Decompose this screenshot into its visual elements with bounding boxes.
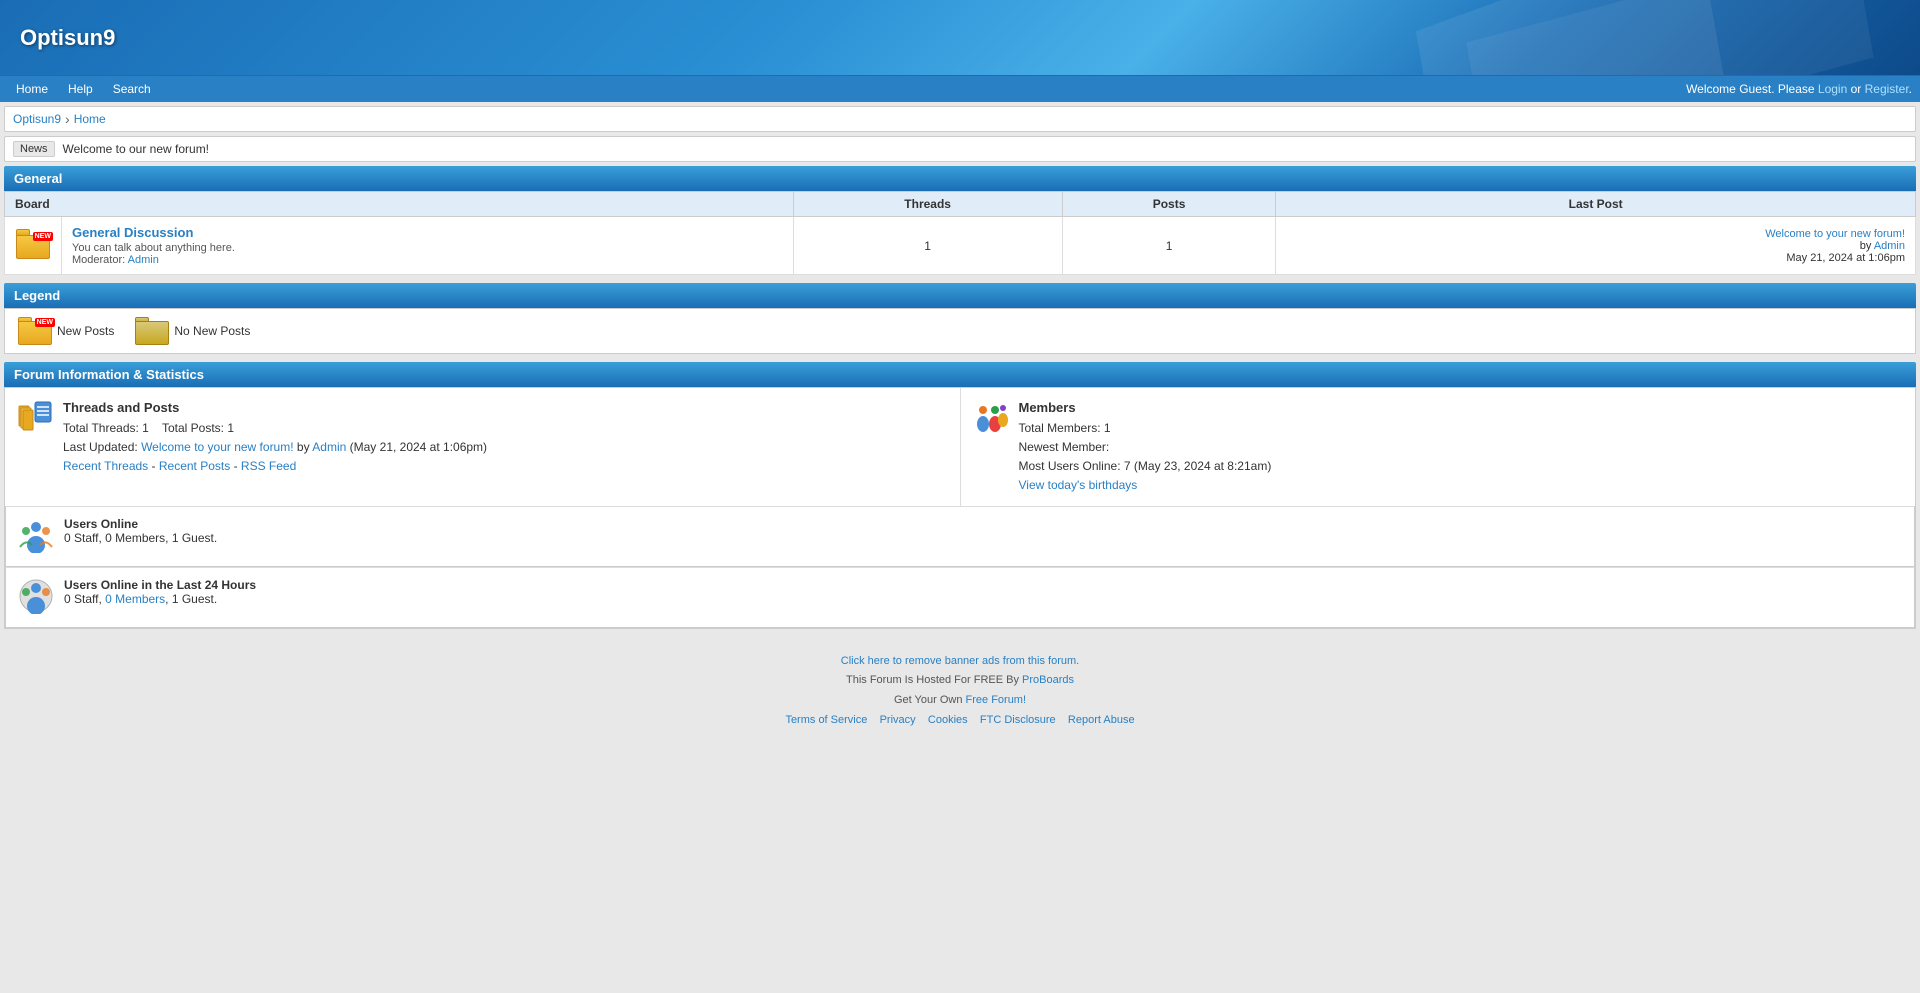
footer-tos[interactable]: Terms of Service <box>785 714 867 726</box>
folder-icon: NEW <box>15 229 51 259</box>
legend-content: NEW New Posts No New Posts <box>4 308 1916 354</box>
board-info-cell: General Discussion You can talk about an… <box>62 217 794 275</box>
stats-content: Threads and Posts Total Threads: 1 Total… <box>4 387 1916 629</box>
members-online-link[interactable]: 0 Members <box>105 592 165 606</box>
board-name: General Discussion <box>72 225 783 240</box>
footer: Click here to remove banner ads from thi… <box>0 637 1920 746</box>
users-online-24-row: Users Online in the Last 24 Hours 0 Staf… <box>5 567 1915 628</box>
nav-search[interactable]: Search <box>105 80 159 98</box>
users-online-icon <box>18 517 54 556</box>
users-online-content: Users Online 0 Staff, 0 Members, 1 Guest… <box>64 517 217 545</box>
stats-members-heading: Members <box>1019 400 1076 415</box>
last-post-date: May 21, 2024 at 1:06pm <box>1786 252 1905 264</box>
last-post-cell: Welcome to your new forum! by Admin May … <box>1276 217 1916 275</box>
welcome-text: Welcome Guest. Please Login or Register. <box>1686 82 1912 96</box>
new-posts-icon: NEW <box>17 317 51 345</box>
posts-col-header: Posts <box>1062 192 1276 217</box>
legend-section-header: Legend <box>4 283 1916 308</box>
nav-links: Home Help Search <box>8 80 159 98</box>
users-online-24-icon <box>18 578 54 617</box>
breadcrumb-optisun9[interactable]: Optisun9 <box>13 112 61 126</box>
general-section: General Board Threads Posts Last Post <box>4 166 1916 275</box>
breadcrumb-home[interactable]: Home <box>74 112 106 126</box>
footer-privacy[interactable]: Privacy <box>880 714 916 726</box>
legend-new-posts: NEW New Posts <box>17 317 114 345</box>
nav-bar: Home Help Search Welcome Guest. Please L… <box>0 75 1920 102</box>
users-online-text: 0 Staff, 0 Members, 1 Guest. <box>64 531 217 545</box>
login-link[interactable]: Login <box>1818 82 1847 96</box>
new-badge: NEW <box>33 232 53 241</box>
moderator-link[interactable]: Admin <box>128 254 159 266</box>
stats-inner: Threads and Posts Total Threads: 1 Total… <box>5 388 1915 506</box>
rss-feed-link[interactable]: RSS Feed <box>241 459 296 473</box>
board-moderator: Moderator: Admin <box>72 254 783 266</box>
last-updated-author[interactable]: Admin <box>312 440 346 454</box>
boards-table: Board Threads Posts Last Post NEW <box>4 191 1916 275</box>
news-label: News <box>13 141 55 157</box>
lastpost-col-header: Last Post <box>1276 192 1916 217</box>
breadcrumb: Optisun9 › Home <box>4 106 1916 132</box>
breadcrumb-sep: › <box>65 111 70 127</box>
board-link[interactable]: General Discussion <box>72 225 193 240</box>
site-header: Optisun9 <box>0 0 1920 75</box>
stats-members-content: Members Total Members: 1 Newest Member: … <box>1019 398 1272 496</box>
recent-posts-link[interactable]: Recent Posts <box>159 459 230 473</box>
board-col-header: Board <box>5 192 794 217</box>
legend-no-new-posts: No New Posts <box>134 317 250 345</box>
free-forum-link[interactable]: Free Forum! <box>966 694 1027 706</box>
stats-threads-heading: Threads and Posts <box>63 400 179 415</box>
users-online-24-content: Users Online in the Last 24 Hours 0 Staf… <box>64 578 256 606</box>
no-new-posts-icon <box>134 317 168 345</box>
board-desc: You can talk about anything here. <box>72 242 783 254</box>
stats-section-header: Forum Information & Statistics <box>4 362 1916 387</box>
stats-threads-icon <box>17 398 53 496</box>
news-bar: News Welcome to our new forum! <box>4 136 1916 162</box>
nav-help[interactable]: Help <box>60 80 101 98</box>
view-birthdays-link[interactable]: View today's birthdays <box>1019 478 1138 492</box>
last-post-link[interactable]: Welcome to your new forum! <box>1765 228 1905 240</box>
footer-abuse[interactable]: Report Abuse <box>1068 714 1135 726</box>
footer-ftc[interactable]: FTC Disclosure <box>980 714 1056 726</box>
stats-members: Members Total Members: 1 Newest Member: … <box>961 388 1916 506</box>
nav-home[interactable]: Home <box>8 80 56 98</box>
site-title: Optisun9 <box>20 25 115 51</box>
threads-count: 1 <box>793 217 1062 275</box>
register-link[interactable]: Register <box>1865 82 1909 96</box>
users-online-24-heading: Users Online in the Last 24 Hours <box>64 578 256 592</box>
legend-section: Legend NEW New Posts No New Posts <box>4 283 1916 354</box>
stats-threads-content: Threads and Posts Total Threads: 1 Total… <box>63 398 487 496</box>
posts-count: 1 <box>1062 217 1276 275</box>
new-posts-label: New Posts <box>57 324 114 338</box>
stats-section: Forum Information & Statistics <box>4 362 1916 629</box>
footer-cookies[interactable]: Cookies <box>928 714 968 726</box>
news-text: Welcome to our new forum! <box>63 142 210 156</box>
last-updated-link[interactable]: Welcome to your new forum! <box>141 440 294 454</box>
stats-members-icon <box>973 398 1009 496</box>
users-online-24-text-suffix: , 1 Guest. <box>165 592 217 606</box>
users-online-row: Users Online 0 Staff, 0 Members, 1 Guest… <box>5 506 1915 567</box>
board-icon-cell: NEW <box>5 217 62 275</box>
remove-ads-link[interactable]: Click here to remove banner ads from thi… <box>841 655 1079 667</box>
folder-body: NEW <box>16 235 50 259</box>
stats-threads-posts: Threads and Posts Total Threads: 1 Total… <box>5 388 961 506</box>
proboards-link[interactable]: ProBoards <box>1022 674 1074 686</box>
recent-threads-link[interactable]: Recent Threads <box>63 459 148 473</box>
threads-col-header: Threads <box>793 192 1062 217</box>
table-row: NEW General Discussion You can talk abou… <box>5 217 1916 275</box>
users-online-heading: Users Online <box>64 517 138 531</box>
general-section-header: General <box>4 166 1916 191</box>
no-new-posts-label: No New Posts <box>174 324 250 338</box>
main-content: General Board Threads Posts Last Post <box>4 166 1916 629</box>
users-online-24-text-prefix: 0 Staff, <box>64 592 105 606</box>
last-post-author-link[interactable]: Admin <box>1874 240 1905 252</box>
